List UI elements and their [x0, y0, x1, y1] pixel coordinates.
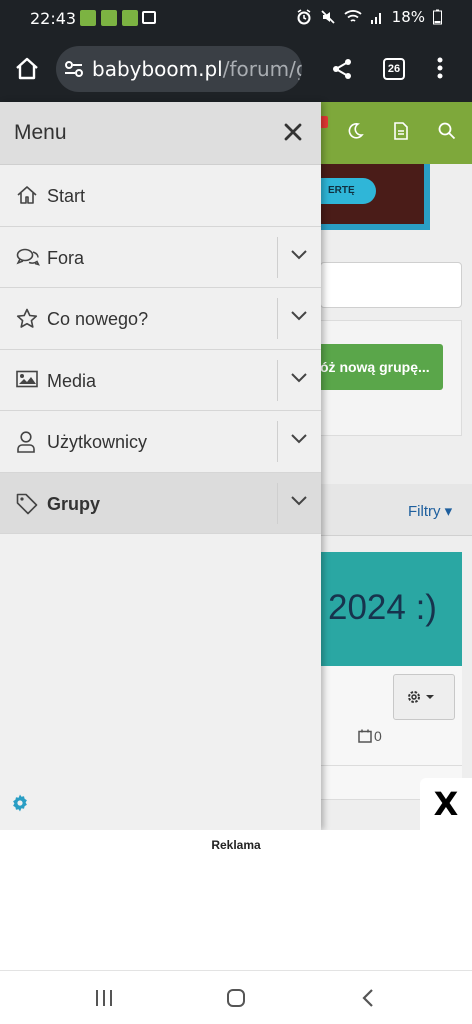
menu-item-co-nowego[interactable]: Co nowego? [0, 288, 321, 350]
group-title: 2024 :) [328, 588, 437, 627]
ad-label: Reklama [211, 838, 261, 852]
menu-item-label: Użytkownicy [47, 432, 148, 452]
menu-item-start[interactable]: Start [0, 165, 321, 227]
divider [277, 482, 278, 524]
back-icon[interactable] [360, 989, 376, 1007]
divider [277, 298, 278, 339]
ad-banner: Reklama [0, 830, 472, 970]
image-notification-icon [142, 11, 156, 24]
divider [277, 236, 278, 278]
notification-icon [80, 10, 96, 26]
menu-item-label: Grupy [47, 493, 101, 514]
menu-item-label: Media [47, 370, 97, 391]
user-icon [17, 431, 35, 453]
chevron-down-icon[interactable] [290, 433, 308, 445]
status-time: 22:43 [30, 9, 77, 28]
menu-drawer: Menu Start Fora Co nowego? Media Użytkow… [0, 102, 321, 830]
comments-icon [16, 248, 40, 266]
banner-button[interactable]: ERTĘ [320, 178, 376, 204]
page-search-input[interactable] [320, 262, 462, 308]
star-icon [16, 308, 38, 328]
promo-banner[interactable]: ERTĘ [320, 164, 430, 230]
calendar-count: 0 [358, 728, 382, 744]
menu-item-label: Start [47, 186, 86, 206]
menu-header: Menu [0, 102, 321, 165]
menu-item-label: Co nowego? [47, 309, 149, 329]
more-options-icon[interactable] [437, 56, 443, 80]
menu-item-label: Fora [47, 247, 85, 268]
moon-icon[interactable] [346, 122, 364, 140]
search-icon[interactable] [438, 122, 456, 140]
document-icon[interactable] [393, 122, 409, 140]
chevron-down-icon[interactable] [290, 372, 308, 384]
notification-icon [122, 10, 138, 26]
filter-bar: Filtry ▾ [320, 484, 472, 536]
battery-percent: 18% [391, 8, 425, 26]
status-icons: 18% [296, 8, 442, 26]
divider [277, 359, 278, 401]
alarm-icon [297, 9, 311, 25]
signal-icon [370, 13, 381, 24]
mute-icon [321, 10, 335, 24]
screen: 22:43 18% babyboom.pl/forum/gi 26 [0, 0, 472, 1024]
home-button-icon[interactable] [226, 989, 246, 1007]
url-text: babyboom.pl/forum/gi [92, 57, 302, 81]
gear-icon[interactable] [11, 794, 29, 812]
create-group-button[interactable]: óż nową grupę... [320, 344, 443, 390]
browser-toolbar: babyboom.pl/forum/gi 26 [0, 38, 472, 102]
recent-apps-icon[interactable] [94, 989, 114, 1007]
group-settings-button[interactable] [393, 674, 455, 720]
tab-switcher-button[interactable]: 26 [383, 58, 405, 80]
divider [277, 421, 278, 462]
filter-dropdown[interactable]: Filtry ▾ [408, 502, 452, 520]
tag-icon [16, 493, 38, 514]
group-card: 0 [320, 666, 462, 766]
image-icon [16, 370, 38, 387]
system-nav-bar [0, 970, 472, 1024]
battery-icon [433, 9, 442, 25]
chevron-down-icon[interactable] [290, 310, 308, 322]
share-icon[interactable] [331, 58, 353, 80]
menu-item-uzytkownicy[interactable]: Użytkownicy [0, 411, 321, 473]
menu-item-fora[interactable]: Fora [0, 227, 321, 288]
chevron-down-icon[interactable] [290, 249, 308, 261]
gear-icon [408, 691, 434, 703]
home-icon [17, 186, 37, 204]
calendar-icon [358, 729, 372, 743]
menu-title: Menu [14, 121, 67, 144]
chevron-down-icon[interactable] [290, 495, 308, 507]
site-settings-icon[interactable] [64, 60, 84, 78]
status-bar: 22:43 18% [0, 0, 472, 38]
close-icon[interactable] [282, 121, 304, 143]
ad-close-button[interactable]: X [420, 778, 472, 830]
address-bar[interactable]: babyboom.pl/forum/gi [56, 46, 302, 92]
home-icon[interactable] [14, 56, 40, 82]
wifi-icon [344, 10, 362, 22]
menu-item-media[interactable]: Media [0, 350, 321, 411]
group-cover[interactable]: 2024 :) [320, 552, 462, 666]
notification-icon [101, 10, 117, 26]
menu-item-grupy[interactable]: Grupy [0, 472, 321, 534]
